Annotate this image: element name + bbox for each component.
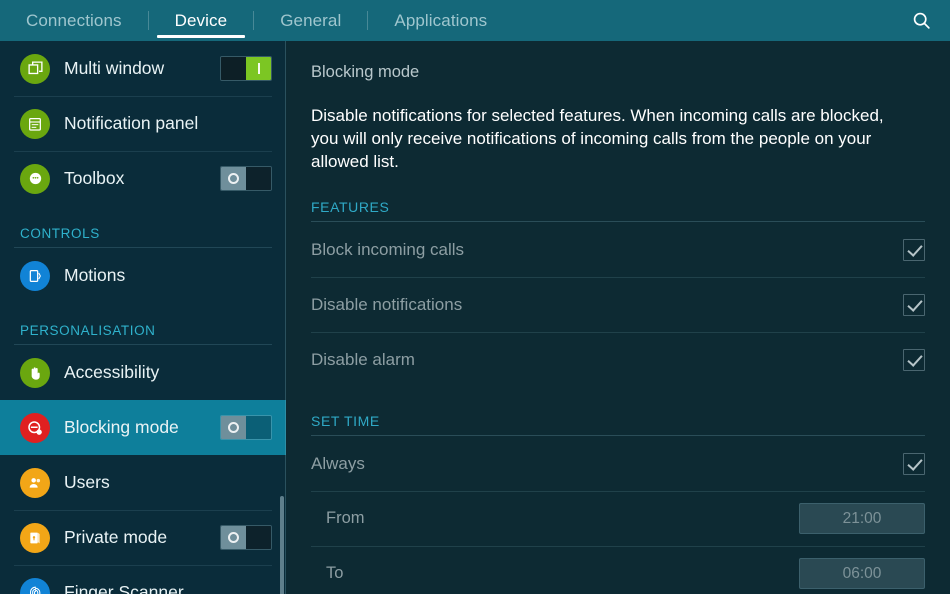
toggle-off-side — [221, 57, 246, 80]
top-tab-bar: Connections Device General Applications — [0, 0, 950, 41]
sidebar-item-label: Toolbox — [64, 168, 125, 188]
blocking-mode-icon — [20, 412, 50, 443]
row-label: Always — [311, 453, 365, 473]
accessibility-hand-icon — [20, 357, 50, 388]
main-content: Blocking mode Disable notifications for … — [286, 41, 950, 594]
set-time-row-always[interactable]: Always — [311, 436, 925, 491]
sidebar-item-accessibility[interactable]: Accessibility — [0, 345, 286, 400]
toggle-on-icon — [257, 63, 260, 74]
sidebar-item-blocking-mode[interactable]: Blocking mode — [0, 400, 286, 455]
private-mode-toggle[interactable] — [220, 525, 272, 550]
sidebar-item-label: Users — [64, 472, 110, 492]
toggle-on-side — [246, 57, 271, 80]
sidebar-item-label: Accessibility — [64, 362, 160, 382]
tab-device[interactable]: Device — [149, 0, 254, 41]
sidebar-item-multi-window[interactable]: Multi window — [0, 41, 286, 96]
always-checkbox[interactable] — [903, 452, 925, 475]
blocking-mode-toggle[interactable] — [220, 415, 272, 440]
block-incoming-calls-checkbox[interactable] — [903, 238, 925, 261]
section-header-features: FEATURES — [311, 173, 925, 222]
row-label: Block incoming calls — [311, 239, 465, 259]
sidebar-scroll-area[interactable]: Multi window Notification panel Toolbox … — [0, 41, 286, 594]
sidebar-item-toolbox[interactable]: Toolbox — [0, 151, 286, 206]
active-tab-indicator — [156, 35, 246, 38]
sidebar-section-controls: CONTROLS — [0, 206, 286, 248]
search-button[interactable] — [892, 0, 950, 41]
feature-row-block-incoming-calls[interactable]: Block incoming calls — [311, 222, 925, 277]
sidebar-item-label: Finger Scanner — [64, 582, 184, 594]
row-label: Disable notifications — [311, 294, 463, 314]
row-label: From — [326, 509, 365, 527]
tab-connections-label: Connections — [26, 10, 122, 30]
sidebar-item-label: Notification panel — [64, 113, 199, 133]
sidebar-item-private-mode[interactable]: Private mode — [0, 510, 286, 565]
set-time-row-from[interactable]: From 21:00 — [311, 491, 925, 546]
page-description: Disable notifications for selected featu… — [311, 106, 884, 171]
feature-row-disable-alarm[interactable]: Disable alarm — [311, 332, 925, 387]
to-time-button[interactable]: 06:00 — [799, 558, 925, 589]
row-label: Disable alarm — [311, 349, 415, 369]
sidebar-item-label: Private mode — [64, 527, 168, 547]
sidebar-item-label: Blocking mode — [64, 417, 179, 437]
users-icon — [20, 467, 50, 498]
sidebar-item-notification-panel[interactable]: Notification panel — [0, 96, 286, 151]
notification-panel-icon — [20, 108, 50, 139]
motions-icon — [20, 260, 50, 291]
disable-notifications-checkbox[interactable] — [903, 293, 925, 316]
sidebar-item-label: Multi window — [64, 58, 165, 78]
from-time-button[interactable]: 21:00 — [799, 503, 925, 534]
toggle-knob — [221, 526, 246, 549]
private-mode-icon — [20, 522, 50, 553]
sidebar-item-motions[interactable]: Motions — [0, 248, 286, 303]
row-label: To — [326, 564, 344, 582]
tab-general[interactable]: General — [254, 0, 367, 41]
page-title: Blocking mode — [311, 63, 420, 81]
toggle-off-icon — [228, 173, 239, 184]
section-header-set-time: SET TIME — [311, 387, 925, 436]
search-icon — [913, 12, 930, 29]
tab-applications[interactable]: Applications — [368, 0, 513, 41]
toggle-empty-side — [246, 526, 271, 549]
feature-row-disable-notifications[interactable]: Disable notifications — [311, 277, 925, 332]
sidebar-scrollbar[interactable] — [280, 41, 284, 594]
tab-list: Connections Device General Applications — [0, 0, 892, 41]
toggle-knob — [221, 416, 246, 439]
tab-device-label: Device — [174, 10, 228, 30]
tab-general-label: General — [280, 10, 342, 30]
set-time-row-to[interactable]: To 06:00 — [311, 546, 925, 594]
multi-window-toggle[interactable] — [220, 56, 272, 81]
toggle-empty-side — [246, 167, 271, 190]
tab-connections[interactable]: Connections — [0, 0, 148, 41]
multi-window-icon — [20, 53, 50, 84]
toolbox-icon — [20, 163, 50, 194]
sidebar-item-label: Motions — [64, 265, 126, 285]
fingerprint-icon — [20, 577, 50, 594]
window-body: Multi window Notification panel Toolbox … — [0, 41, 950, 594]
toolbox-toggle[interactable] — [220, 166, 272, 191]
settings-sidebar: Multi window Notification panel Toolbox … — [0, 41, 286, 594]
tab-applications-label: Applications — [394, 10, 488, 30]
disable-alarm-checkbox[interactable] — [903, 348, 925, 371]
sidebar-section-personalisation: PERSONALISATION — [0, 303, 286, 345]
toggle-off-icon — [228, 422, 239, 433]
sidebar-item-users[interactable]: Users — [0, 455, 286, 510]
sidebar-scrollbar-thumb[interactable] — [280, 496, 284, 594]
sidebar-item-finger-scanner[interactable]: Finger Scanner — [0, 565, 286, 594]
toggle-knob — [221, 167, 246, 190]
toggle-off-icon — [228, 532, 239, 543]
toggle-empty-side — [246, 416, 271, 439]
settings-window: Connections Device General Applications — [0, 0, 950, 594]
